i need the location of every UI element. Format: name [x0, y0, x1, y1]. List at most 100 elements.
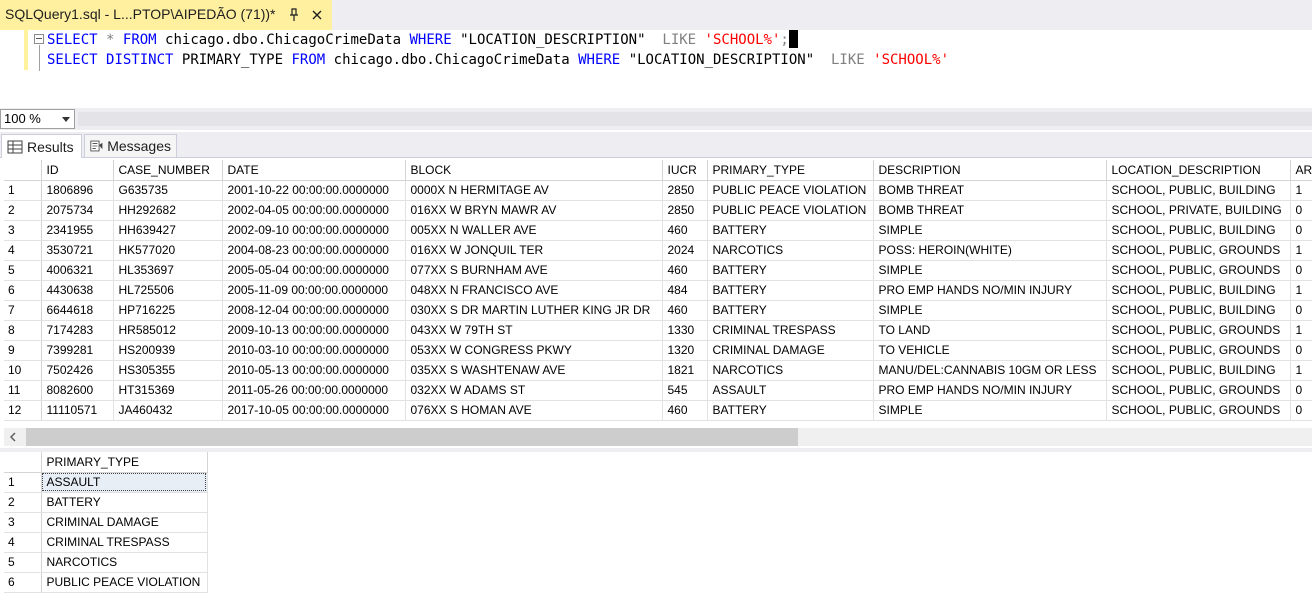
table-cell[interactable]: 005XX N WALLER AVE: [405, 220, 663, 241]
row-number[interactable]: 4: [4, 240, 42, 261]
table-cell[interactable]: 043XX W 79TH ST: [405, 320, 663, 341]
table-cell[interactable]: 3530721: [41, 240, 114, 261]
table-cell[interactable]: PRO EMP HANDS NO/MIN INJURY: [873, 380, 1107, 401]
table-cell[interactable]: HK577020: [113, 240, 223, 261]
table-cell[interactable]: CRIMINAL TRESPASS: [707, 320, 874, 341]
table-cell[interactable]: 0000X N HERMITAGE AV: [405, 180, 663, 201]
table-cell[interactable]: 030XX S DR MARTIN LUTHER KING JR DR: [405, 300, 663, 321]
table-row[interactable]: 4 CRIMINAL TRESPASS: [4, 532, 208, 553]
table-cell[interactable]: BATTERY: [707, 300, 874, 321]
table-cell[interactable]: 048XX N FRANCISCO AVE: [405, 280, 663, 301]
table-cell[interactable]: 7174283: [41, 320, 114, 341]
table-cell[interactable]: 1: [1290, 360, 1312, 381]
table-cell[interactable]: 1: [1290, 280, 1312, 301]
row-number[interactable]: 5: [4, 552, 42, 573]
table-cell[interactable]: 1806896: [41, 180, 114, 201]
row-number[interactable]: 1: [4, 180, 42, 201]
table-cell[interactable]: HL725506: [113, 280, 223, 301]
table-row[interactable]: 9 7399281 HS200939 2010-03-10 00:00:00.0000…: [4, 340, 1312, 361]
table-cell[interactable]: SCHOOL, PUBLIC, BUILDING: [1106, 180, 1291, 201]
table-cell[interactable]: 2001-10-22 00:00:00.0000000: [222, 180, 406, 201]
table-cell[interactable]: NARCOTICS: [707, 360, 874, 381]
table-cell[interactable]: 2010-03-10 00:00:00.0000000: [222, 340, 406, 361]
query-document-tab[interactable]: SQLQuery1.sql - L...PTOP\AIPEDÃO (71))*: [0, 0, 332, 30]
table-cell[interactable]: CRIMINAL DAMAGE: [707, 340, 874, 361]
table-cell[interactable]: BATTERY: [41, 492, 208, 513]
column-header[interactable]: BLOCK: [405, 160, 663, 181]
table-cell[interactable]: G635735: [113, 180, 223, 201]
table-cell[interactable]: 2341955: [41, 220, 114, 241]
table-row[interactable]: 11 8082600 HT315369 2011-05-26 00:00:00.000…: [4, 380, 1312, 401]
table-cell[interactable]: 2850: [662, 180, 708, 201]
query-editor[interactable]: SELECT * FROM chicago.dbo.ChicagoCrimeDa…: [0, 30, 1312, 108]
editor-horizontal-scrollbar[interactable]: [78, 112, 1312, 126]
table-cell[interactable]: SCHOOL, PUBLIC, BUILDING: [1106, 300, 1291, 321]
table-cell[interactable]: 2004-08-23 00:00:00.0000000: [222, 240, 406, 261]
table-cell[interactable]: HH639427: [113, 220, 223, 241]
table-cell[interactable]: BOMB THREAT: [873, 200, 1107, 221]
table-cell[interactable]: BATTERY: [707, 280, 874, 301]
table-cell[interactable]: TO VEHICLE: [873, 340, 1107, 361]
column-header[interactable]: PRIMARY_TYPE: [41, 452, 208, 473]
table-cell[interactable]: 7502426: [41, 360, 114, 381]
table-cell[interactable]: ASSAULT: [707, 380, 874, 401]
row-number[interactable]: 2: [4, 492, 42, 513]
table-cell[interactable]: 4006321: [41, 260, 114, 281]
row-number[interactable]: 4: [4, 532, 42, 553]
table-cell[interactable]: 2008-12-04 00:00:00.0000000: [222, 300, 406, 321]
table-row[interactable]: 4 3530721 HK577020 2004-08-23 00:00:00.0000…: [4, 240, 1312, 261]
table-cell[interactable]: 2024: [662, 240, 708, 261]
table-row[interactable]: 10 7502426 HS305355 2010-05-13 00:00:00.000…: [4, 360, 1312, 381]
table-cell[interactable]: 11110571: [41, 400, 114, 421]
column-header[interactable]: ID: [41, 160, 114, 181]
row-number[interactable]: 1: [4, 472, 42, 493]
table-cell[interactable]: SCHOOL, PUBLIC, GROUNDS: [1106, 260, 1291, 281]
table-cell[interactable]: SIMPLE: [873, 300, 1107, 321]
table-cell[interactable]: BOMB THREAT: [873, 180, 1107, 201]
results-grid-2[interactable]: PRIMARY_TYPE 1 ASSAULT 2 BATTERY 3 CRIMINAL D…: [4, 452, 214, 602]
table-cell[interactable]: HL353697: [113, 260, 223, 281]
table-cell[interactable]: 076XX S HOMAN AVE: [405, 400, 663, 421]
table-cell[interactable]: SCHOOL, PRIVATE, BUILDING: [1106, 200, 1291, 221]
table-cell[interactable]: 035XX S WASHTENAW AVE: [405, 360, 663, 381]
column-header[interactable]: LOCATION_DESCRIPTION: [1106, 160, 1291, 181]
close-icon[interactable]: [310, 7, 324, 23]
column-header[interactable]: DESCRIPTION: [873, 160, 1107, 181]
table-cell[interactable]: 2009-10-13 00:00:00.0000000: [222, 320, 406, 341]
table-cell[interactable]: SIMPLE: [873, 260, 1107, 281]
table-cell[interactable]: 0: [1290, 200, 1312, 221]
table-cell[interactable]: CRIMINAL DAMAGE: [41, 512, 208, 533]
table-row[interactable]: 2 2075734 HH292682 2002-04-05 00:00:00.0000…: [4, 200, 1312, 221]
table-cell[interactable]: SCHOOL, PUBLIC, BUILDING: [1106, 360, 1291, 381]
table-cell[interactable]: SIMPLE: [873, 400, 1107, 421]
table-cell[interactable]: HH292682: [113, 200, 223, 221]
table-row[interactable]: 5 NARCOTICS: [4, 552, 208, 573]
table-cell[interactable]: PUBLIC PEACE VIOLATION: [707, 180, 874, 201]
table-cell[interactable]: 053XX W CONGRESS PKWY: [405, 340, 663, 361]
table-row[interactable]: 1 ASSAULT: [4, 472, 208, 493]
table-row[interactable]: 3 2341955 HH639427 2002-09-10 00:00:00.0000…: [4, 220, 1312, 241]
table-cell[interactable]: 0: [1290, 300, 1312, 321]
table-cell[interactable]: SCHOOL, PUBLIC, GROUNDS: [1106, 340, 1291, 361]
results-horizontal-scrollbar[interactable]: [4, 428, 1312, 446]
table-cell[interactable]: BATTERY: [707, 400, 874, 421]
corner-cell[interactable]: [4, 160, 42, 181]
table-cell[interactable]: 2850: [662, 200, 708, 221]
table-cell[interactable]: 0: [1290, 340, 1312, 361]
table-cell[interactable]: 2005-11-09 00:00:00.0000000: [222, 280, 406, 301]
table-cell[interactable]: PUBLIC PEACE VIOLATION: [707, 200, 874, 221]
table-row[interactable]: 5 4006321 HL353697 2005-05-04 00:00:00.0000…: [4, 260, 1312, 281]
row-number[interactable]: 5: [4, 260, 42, 281]
column-header[interactable]: ARI: [1290, 160, 1312, 181]
table-cell[interactable]: 1320: [662, 340, 708, 361]
table-row[interactable]: 6 PUBLIC PEACE VIOLATION: [4, 572, 208, 593]
table-cell[interactable]: 1: [1290, 180, 1312, 201]
table-cell[interactable]: 2010-05-13 00:00:00.0000000: [222, 360, 406, 381]
row-number[interactable]: 11: [4, 380, 42, 401]
table-cell[interactable]: 1: [1290, 320, 1312, 341]
table-cell[interactable]: SCHOOL, PUBLIC, GROUNDS: [1106, 380, 1291, 401]
table-row[interactable]: 2 BATTERY: [4, 492, 208, 513]
table-row[interactable]: 3 CRIMINAL DAMAGE: [4, 512, 208, 533]
table-row[interactable]: 8 7174283 HR585012 2009-10-13 00:00:00.0000…: [4, 320, 1312, 341]
table-cell[interactable]: 1: [1290, 240, 1312, 261]
